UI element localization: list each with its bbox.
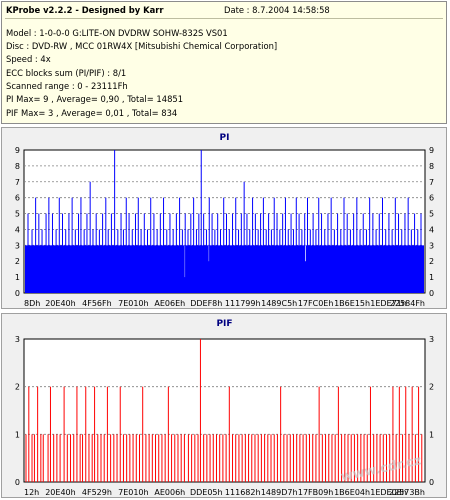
pi-y-tick-left: 7 [15,178,20,187]
pi-y-tick-right: 7 [429,178,434,187]
pi-x-tick-label: 7E010h [118,299,148,308]
pif-y-tick-left: 0 [15,478,20,487]
pi-y-tick-left: 4 [15,225,20,234]
pi-x-tick-label: 8Dh [24,299,40,308]
pi-x-tick-label: 17FC0Eh [298,299,334,308]
scan-date: Date : 8.7.2004 14:58:58 [224,5,330,15]
pif-chart-title: PIF [216,319,232,329]
pi-y-tick-right: 5 [429,210,434,219]
pi-x-tick-label: 1B6E15h [334,299,370,308]
pif-y-tick-left: 1 [15,430,20,439]
pif-x-tick-label: DDE05h [190,488,223,497]
pif-x-tick-label: 20E40h [45,488,75,497]
pif-x-tick-label: 111682h [225,488,261,497]
app-title: KProbe v2.2.2 - Designed by Karr [6,5,164,15]
pif-x-tick-label: 22573Bh [389,488,425,497]
pif-x-tick-label: AE006h [154,488,185,497]
pif-plot-area [23,338,426,483]
pi-x-tick-label: DDEF8h [190,299,222,308]
pi-x-tick-label: AE06Eh [154,299,185,308]
pi-y-tick-left: 0 [15,289,20,298]
pi-y-tick-left: 8 [15,162,20,171]
pi-y-tick-right: 1 [429,273,434,282]
pi-y-tick-left: 9 [15,146,20,155]
pi-y-tick-right: 0 [429,289,434,298]
pi-chart-panel: PI 0 0 1 1 2 2 3 3 4 4 5 5 6 6 7 7 8 8 9 9 8Dh 20E40h 4F56Fh 7E0… [1,127,447,309]
disc-line: Disc : DVD-RW , MCC 01RW4X [Mitsubishi C… [6,41,278,51]
range-line: Scanned range : 0 - 23111Fh [6,81,128,91]
pif-x-tick-label: 12h [24,488,39,497]
pif-x-tick-label: 17FB09h [298,488,334,497]
pi-x-tick-label: 111799h [225,299,261,308]
pi-x-tick-label: 22584Fh [390,299,425,308]
pi-x-tick-label: 4F56Fh [82,299,112,308]
pi-y-tick-right: 3 [429,241,434,250]
pif-y-tick-right: 0 [429,478,434,487]
info-divider [5,18,443,19]
pif-y-tick-left: 2 [15,383,20,392]
pi-y-tick-right: 6 [429,194,434,203]
pif-y-tick-right: 3 [429,335,434,344]
pi-y-tick-left: 3 [15,241,20,250]
pi-y-tick-right: 9 [429,146,434,155]
pif-y-tick-right: 1 [429,430,434,439]
pi-x-tick-label: 20E40h [45,299,75,308]
model-line: Model : 1-0-0-0 G:LITE-ON DVDRW SOHW-832… [6,28,228,38]
pif-x-tick-label: 1489D7h [261,488,298,497]
pi-y-tick-left: 6 [15,194,20,203]
pi-y-tick-right: 4 [429,225,434,234]
speed-line: Speed : 4x [6,54,51,64]
pi-y-tick-left: 1 [15,273,20,282]
pi-x-tick-label: 1489C5h [261,299,297,308]
pif-x-tick-label: 7E010h [118,488,148,497]
pif-chart-panel: PIF 0 0 1 1 2 2 3 3 12h 20E40h 4F529h 7E010h AE006h DD… [1,313,447,498]
pif-x-tick-label: 4F529h [82,488,112,497]
pi-chart: PI 0 0 1 1 2 2 3 3 4 4 5 5 6 6 7 7 8 8 9 9 8Dh 20E40h 4F56Fh 7E0… [15,133,434,308]
pi-y-tick-left: 5 [15,210,20,219]
ecc-line: ECC blocks sum (PI/PIF) : 8/1 [6,68,127,78]
pi-stats-line: PI Max= 9 , Average= 0,90 , Total= 14851 [6,94,184,104]
pif-stats-line: PIF Max= 3 , Average= 0,01 , Total= 834 [6,108,178,118]
pi-baseline-fill [25,245,424,293]
pi-y-tick-right: 8 [429,162,434,171]
pif-y-tick-right: 2 [429,383,434,392]
pi-chart-title: PI [220,133,230,143]
pi-y-tick-right: 2 [429,257,434,266]
pi-y-tick-left: 2 [15,257,20,266]
pif-x-tick-label: 1B6E04h [334,488,370,497]
info-panel: KProbe v2.2.2 - Designed by Karr Date : … [1,1,447,124]
pif-chart: PIF 0 0 1 1 2 2 3 3 12h 20E40h 4F529h 7E010h AE006h DD… [15,319,434,497]
pif-y-tick-left: 3 [15,335,20,344]
